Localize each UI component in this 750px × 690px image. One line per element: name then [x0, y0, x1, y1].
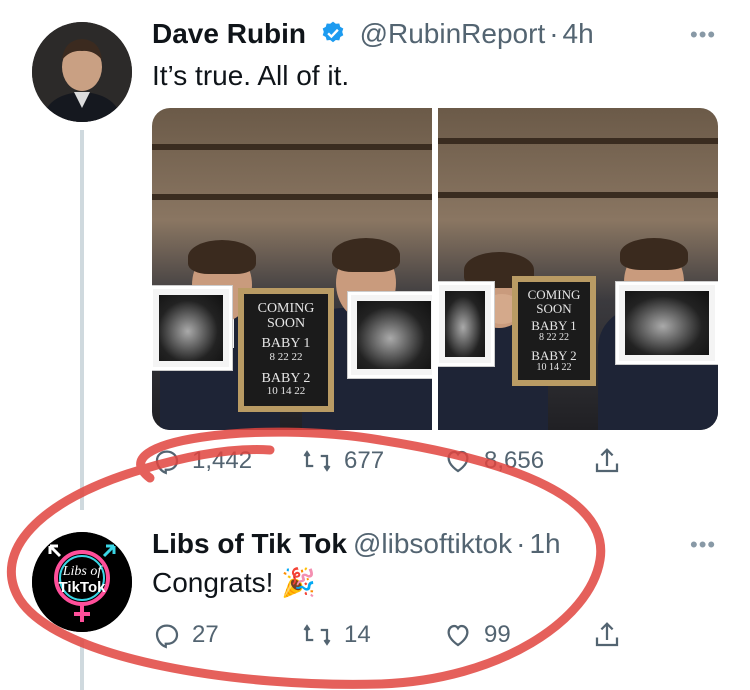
- sign-text: BABY 2: [261, 370, 311, 386]
- share-icon: [595, 622, 619, 647]
- tweet-header: Dave Rubin @RubinReport · 4h: [152, 18, 594, 53]
- retweet-button[interactable]: 14: [300, 620, 442, 650]
- like-count: 99: [484, 621, 511, 648]
- photo-right[interactable]: COMING SOON BABY 1 8 22 22 BABY 2 10 14 …: [438, 108, 718, 430]
- shelf: [152, 144, 432, 150]
- sign-text: 10 14 22: [536, 362, 572, 374]
- avatar-text: Libs of: [62, 564, 102, 579]
- separator-dot: ·: [549, 18, 559, 49]
- sign-text: BABY 1: [531, 318, 577, 334]
- share-button[interactable]: [592, 446, 632, 476]
- tweet-actions: 27 14 99: [152, 620, 632, 650]
- sign-text: COMING: [527, 287, 581, 302]
- reply-icon: [155, 624, 179, 649]
- tweet-actions: 1,442 677 8,656: [152, 446, 632, 476]
- separator-dot: ·: [516, 528, 526, 559]
- tweet-timestamp[interactable]: 1h: [529, 528, 560, 559]
- sign-text: BABY 1: [261, 336, 311, 352]
- photo-left[interactable]: COMING SOON BABY 1 8 22 22 BABY 2 10 14 …: [152, 108, 432, 430]
- sign-text: SOON: [266, 315, 306, 331]
- verified-badge-icon: [320, 20, 346, 53]
- sign-text: 10 14 22: [266, 385, 306, 398]
- sign-text: 8 22 22: [539, 331, 569, 343]
- shelf: [438, 192, 718, 198]
- like-button[interactable]: 99: [442, 620, 592, 650]
- author-handle[interactable]: @libsoftiktok: [353, 528, 512, 559]
- reply-button[interactable]: 1,442: [152, 446, 300, 476]
- coming-soon-sign: COMING SOON BABY 1 8 22 22 BABY 2 10 14 …: [238, 288, 334, 412]
- sign-text: COMING: [257, 301, 315, 316]
- thread-connector-lower: [80, 640, 84, 690]
- tweet-timestamp[interactable]: 4h: [563, 18, 594, 49]
- person-hair: [332, 238, 400, 272]
- share-icon: [595, 448, 619, 473]
- heart-icon: [447, 450, 469, 473]
- avatar-text: TikTok: [58, 579, 106, 596]
- retweet-count: 677: [344, 447, 385, 474]
- retweet-icon: [303, 624, 331, 646]
- sign-text: BABY 2: [531, 348, 577, 364]
- coming-soon-sign: COMING SOON BABY 1 8 22 22 BABY 2 10 14 …: [512, 276, 596, 386]
- share-button[interactable]: [592, 620, 632, 650]
- ultrasound-photo: [616, 282, 718, 364]
- reply-button[interactable]: 27: [152, 620, 300, 650]
- author-name[interactable]: Libs of Tik Tok: [152, 528, 347, 559]
- like-count: 8,656: [484, 447, 545, 474]
- author-name[interactable]: Dave Rubin: [152, 18, 306, 49]
- ultrasound-photo: [348, 292, 432, 378]
- thread-connector: [80, 130, 84, 510]
- more-options-icon[interactable]: •••: [690, 532, 716, 558]
- reply-count: 27: [192, 621, 219, 648]
- avatar-dave-rubin[interactable]: [32, 22, 132, 122]
- tweet-header: Libs of Tik Tok @libsoftiktok · 1h: [152, 528, 561, 560]
- more-options-icon[interactable]: •••: [690, 22, 716, 48]
- shelf: [152, 194, 432, 200]
- tweet-text: It’s true. All of it.: [152, 60, 350, 91]
- author-handle[interactable]: @RubinReport: [360, 18, 546, 49]
- tweet-text: Congrats! 🎉: [152, 567, 317, 598]
- retweet-button[interactable]: 677: [300, 446, 442, 476]
- like-button[interactable]: 8,656: [442, 446, 592, 476]
- heart-icon: [447, 624, 469, 647]
- shelf: [438, 138, 718, 144]
- avatar-portrait-icon: [32, 22, 132, 122]
- retweet-icon: [303, 450, 331, 472]
- reply-icon: [155, 450, 179, 475]
- retweet-count: 14: [344, 621, 371, 648]
- reply-count: 1,442: [192, 447, 253, 474]
- tweet-media[interactable]: COMING SOON BABY 1 8 22 22 BABY 2 10 14 …: [152, 108, 718, 430]
- ultrasound-photo: [438, 282, 494, 366]
- avatar-libs-of-tiktok[interactable]: Libs of TikTok: [32, 532, 132, 632]
- sign-text: SOON: [536, 300, 572, 316]
- sign-text: 8 22 22: [269, 351, 303, 364]
- person-hair: [620, 238, 688, 270]
- ultrasound-photo: [152, 286, 232, 370]
- person-hair: [188, 240, 256, 274]
